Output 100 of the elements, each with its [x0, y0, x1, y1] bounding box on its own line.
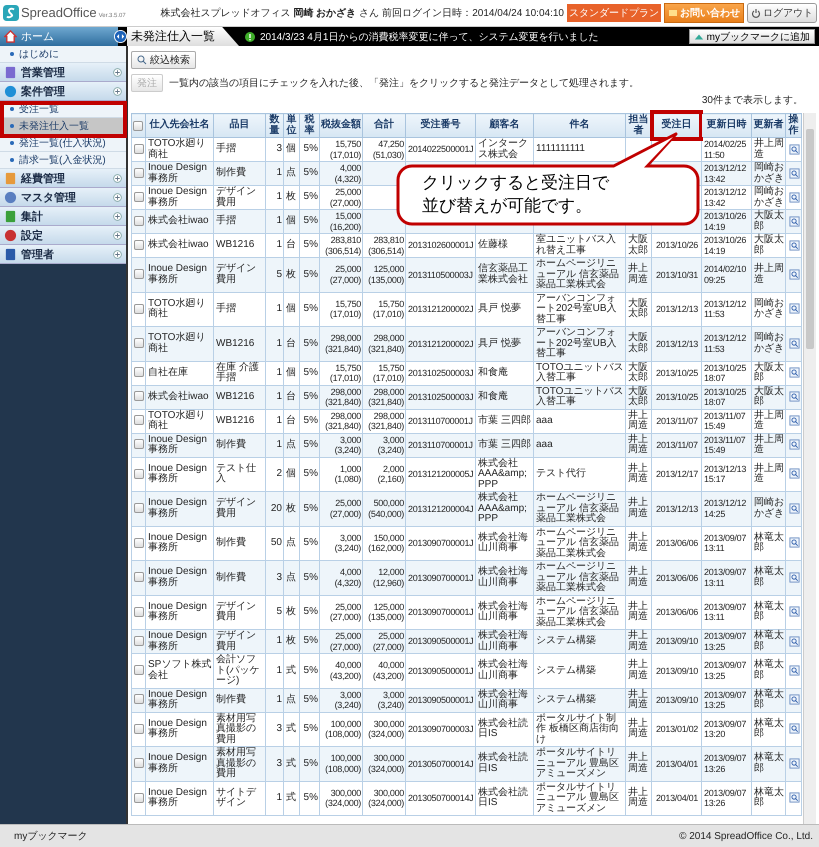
column-header[interactable]: 税率 [301, 115, 318, 136]
row-checkbox[interactable] [134, 724, 144, 734]
sidebar-category[interactable]: 営業管理 [0, 63, 126, 82]
row-checkbox[interactable] [134, 503, 144, 514]
detail-icon[interactable] [788, 723, 800, 734]
table-cell: 株式会社海山川商事 [478, 688, 528, 710]
detail-icon[interactable] [788, 216, 800, 227]
table-cell: 大阪太郎 [754, 234, 784, 256]
row-checkbox[interactable] [134, 636, 144, 646]
expand-icon[interactable] [113, 250, 122, 258]
column-header[interactable]: 単位 [285, 115, 298, 136]
select-all-checkbox[interactable] [133, 120, 143, 130]
detail-icon[interactable] [788, 192, 800, 203]
sidebar-category[interactable]: 案件管理 [0, 82, 126, 101]
sidebar-item[interactable]: はじめに [0, 46, 126, 63]
detail-icon[interactable] [788, 391, 800, 402]
detail-icon[interactable] [788, 303, 800, 314]
detail-icon[interactable] [788, 792, 800, 804]
sidebar-category[interactable]: 管理者 [0, 245, 126, 264]
row-checkbox[interactable] [134, 168, 144, 178]
detail-icon[interactable] [788, 168, 800, 179]
row-checkbox[interactable] [134, 694, 144, 704]
sidebar-category[interactable]: 設定 [0, 226, 126, 245]
bookmark-link[interactable]: myブックマーク [14, 829, 88, 843]
row-checkbox[interactable] [134, 468, 144, 479]
detail-icon[interactable] [788, 664, 800, 676]
table-cell: 林竜太郎 [754, 532, 784, 554]
collapse-icon[interactable] [114, 30, 127, 43]
table-cell: アーバンコンフォート202号室UB入替工事 [536, 327, 617, 359]
row-checkbox[interactable] [134, 192, 144, 202]
detail-icon[interactable] [788, 694, 800, 706]
detail-icon[interactable] [788, 367, 800, 378]
table-cell: 株式会社iwao [148, 239, 209, 250]
row-checkbox[interactable] [134, 758, 144, 768]
row-checkbox[interactable] [134, 216, 144, 226]
row-checkbox[interactable] [134, 792, 144, 803]
bullet-icon [10, 52, 14, 56]
column-header[interactable]: 数量 [267, 115, 282, 136]
expand-icon[interactable] [113, 86, 122, 96]
row-checkbox[interactable] [134, 338, 144, 348]
table-cell: 井上周造 [754, 462, 784, 484]
detail-icon[interactable] [788, 240, 800, 251]
row-checkbox[interactable] [134, 367, 144, 378]
sidebar-item[interactable]: 請求一覧(入金状況) [0, 152, 126, 169]
column-header[interactable]: 操作 [787, 115, 800, 136]
row-checkbox[interactable] [134, 304, 144, 314]
column-header[interactable]: 担当者 [627, 115, 650, 136]
table-cell: TOTOユニットバス入替工事 [536, 386, 624, 407]
table-cell: 2013/06/06 [656, 538, 698, 548]
bookmark-button[interactable]: myブックマークに追加 [688, 29, 815, 44]
search-icon [137, 55, 147, 65]
sidebar-category[interactable]: マスタ管理 [0, 188, 126, 207]
table-cell: 2013/06/06 [656, 607, 698, 617]
table-cell: 5% [304, 215, 318, 226]
row-checkbox[interactable] [134, 415, 144, 426]
detail-icon[interactable] [788, 144, 800, 155]
filter-search-button[interactable]: 絞込検索 [131, 51, 196, 69]
detail-icon[interactable] [788, 758, 800, 769]
expand-icon[interactable] [113, 212, 122, 220]
detail-icon[interactable] [788, 439, 800, 450]
scrollbar[interactable] [803, 113, 816, 824]
table-cell: 2013/12/13 [656, 304, 698, 314]
detail-icon[interactable] [788, 572, 800, 583]
detail-icon[interactable] [788, 468, 800, 480]
table-cell: 井上周造 [754, 263, 784, 285]
row-checkbox[interactable] [134, 240, 144, 250]
row-checkbox[interactable] [134, 538, 144, 548]
page-tab[interactable]: 未発注仕入一覧 [127, 27, 239, 46]
detail-icon[interactable] [788, 537, 800, 548]
detail-icon[interactable] [788, 502, 800, 514]
table-cell: 5% [304, 635, 318, 646]
logout-button[interactable]: ログアウト [747, 3, 817, 23]
table-cell: 2013/11/07 15:49 [704, 410, 746, 431]
table-cell: 点 [286, 694, 296, 705]
home-tab[interactable]: ホーム [0, 27, 118, 46]
sidebar-category[interactable]: 経費管理 [0, 169, 126, 188]
expand-icon[interactable] [113, 192, 122, 202]
row-checkbox[interactable] [134, 144, 144, 154]
table-cell: Inoue Design 事務所 [148, 786, 207, 808]
row-checkbox[interactable] [134, 391, 144, 402]
detail-icon[interactable] [788, 338, 800, 349]
table-cell: 枚 [286, 268, 296, 280]
table-cell: aaa [536, 414, 553, 426]
detail-icon[interactable] [788, 268, 800, 280]
sidebar-category[interactable]: 集計 [0, 207, 126, 226]
row-checkbox[interactable] [134, 572, 144, 582]
expand-icon[interactable] [113, 68, 122, 76]
detail-icon[interactable] [788, 415, 800, 426]
table-cell: 大阪太郎 [754, 386, 784, 407]
detail-icon[interactable] [788, 606, 800, 618]
row-checkbox[interactable] [134, 439, 144, 450]
detail-icon[interactable] [788, 636, 800, 647]
expand-icon[interactable] [113, 230, 122, 240]
row-checkbox[interactable] [134, 665, 144, 676]
table-cell: 298,000 (321,840) [368, 410, 404, 431]
row-checkbox[interactable] [134, 269, 144, 280]
row-checkbox[interactable] [134, 606, 144, 617]
count-text: 30件まで表示します。 [700, 94, 804, 107]
table-cell: 林竜太郎 [754, 752, 784, 774]
expand-icon[interactable] [113, 174, 122, 182]
